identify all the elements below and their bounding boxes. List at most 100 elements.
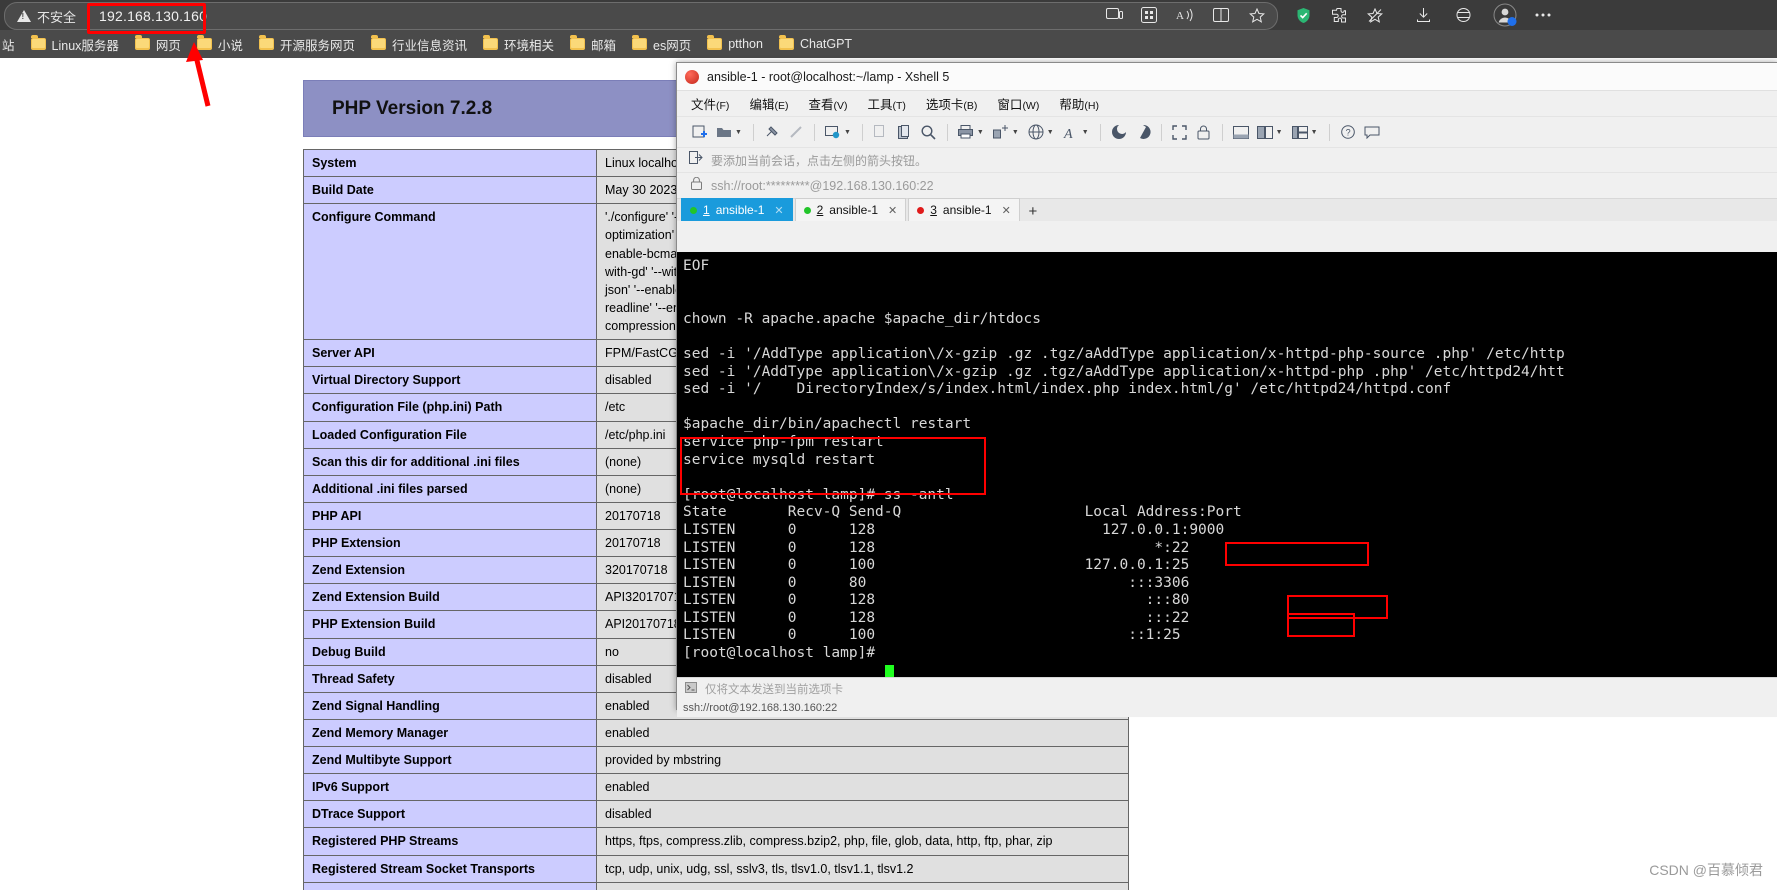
fullscreen-icon[interactable]	[1169, 121, 1191, 143]
profile-avatar-icon[interactable]	[1492, 2, 1518, 28]
menu-window[interactable]: 窗口(W)	[997, 94, 1039, 113]
open-folder-icon[interactable]	[713, 121, 735, 143]
session-manager-icon[interactable]	[1108, 121, 1130, 143]
bookmark-item-5[interactable]: 行业信息资讯	[363, 30, 475, 58]
bookmark-item-1[interactable]: Linux服务器	[23, 30, 127, 58]
font-icon[interactable]: A	[1060, 121, 1082, 143]
settings-more-icon[interactable]	[1532, 4, 1554, 26]
folder-icon	[370, 35, 386, 50]
row-key: Scan this dir for additional .ini files	[303, 447, 597, 476]
bookmark-item-7[interactable]: 邮箱	[562, 30, 624, 58]
menu-mnemonic: (F)	[716, 100, 730, 112]
favorite-star-icon[interactable]	[1246, 4, 1268, 26]
menu-edit[interactable]: 编辑(E)	[749, 94, 788, 113]
menu-mnemonic: (T)	[892, 100, 906, 112]
bookmark-item-10[interactable]: ChatGPT	[771, 30, 860, 58]
bookmark-item-4[interactable]: 开源服务网页	[251, 30, 363, 58]
copy-session-icon	[870, 121, 892, 143]
tab-number: 2	[816, 203, 824, 217]
chevron-down-icon[interactable]: ▼	[735, 129, 742, 136]
shield-icon[interactable]	[1292, 4, 1314, 26]
terminal-tab-2[interactable]: 2 ansible-1 ✕	[794, 198, 907, 221]
compose-pane-icon[interactable]	[1230, 121, 1252, 143]
help-icon[interactable]: ?	[1337, 121, 1359, 143]
arrange-icon[interactable]	[1254, 121, 1276, 143]
close-icon[interactable]: ✕	[1002, 204, 1011, 217]
menu-tabs[interactable]: 选项卡(B)	[926, 94, 978, 113]
add-session-arrow-icon[interactable]	[689, 151, 703, 169]
print-icon[interactable]	[955, 121, 977, 143]
xshell-window[interactable]: ansible-1 - root@localhost:~/lamp - Xshe…	[676, 62, 1777, 717]
row-key: PHP API	[303, 501, 597, 531]
menu-help[interactable]: 帮助(H)	[1059, 94, 1099, 113]
table-row: Registered Stream Socket Transports tcp, …	[303, 854, 1129, 883]
bookmark-item-6[interactable]: 环境相关	[475, 30, 562, 58]
transfer-file-icon[interactable]	[990, 121, 1012, 143]
disconnect-icon	[785, 121, 807, 143]
new-session-icon[interactable]	[689, 121, 711, 143]
row-value: provided by mbstring	[596, 745, 1129, 775]
xshell-session-hintbar: 要添加当前会话，点击左侧的箭头按钮。	[677, 148, 1777, 173]
row-key: Thread Safety	[303, 664, 597, 693]
xshell-send-bar[interactable]: 仅将文本发送到当前选项卡	[677, 677, 1777, 699]
row-key: PHP Extension Build	[303, 610, 597, 639]
browser-essentials-icon[interactable]	[1452, 4, 1474, 26]
globe-icon[interactable]	[1025, 121, 1047, 143]
collections-icon[interactable]	[1138, 4, 1160, 26]
terminal-tab-3[interactable]: 3 ansible-1 ✕	[908, 198, 1020, 221]
folder-icon	[778, 35, 794, 50]
tab-label: ansible-1	[829, 203, 878, 217]
paste-icon[interactable]	[894, 121, 916, 143]
close-icon[interactable]: ✕	[774, 204, 783, 217]
menu-view[interactable]: 查看(V)	[808, 94, 847, 113]
comment-icon[interactable]	[1361, 121, 1383, 143]
session-properties-icon[interactable]	[822, 121, 844, 143]
bookmark-item-9[interactable]: ptthon	[699, 30, 771, 58]
chevron-down-icon[interactable]: ▼	[977, 129, 984, 136]
toolbar-divider	[1160, 123, 1162, 141]
new-tab-button[interactable]: +	[1022, 201, 1044, 221]
downloads-icon[interactable]	[1412, 4, 1434, 26]
layout-icon[interactable]	[1289, 121, 1311, 143]
read-aloud-icon[interactable]: A	[1174, 4, 1196, 26]
folder-icon	[707, 35, 723, 50]
bookmark-item-8[interactable]: es网页	[624, 30, 699, 58]
security-status-chip[interactable]: 不安全	[5, 7, 76, 26]
xshell-address-bar[interactable]: ssh://root:*********@192.168.130.160:22	[677, 173, 1777, 199]
xshell-statusbar: ssh://root@192.168.130.160:22	[677, 698, 1777, 717]
menu-file[interactable]: 文件(F)	[691, 94, 729, 113]
tab-status-dot-icon	[917, 206, 925, 214]
terminal-output-area[interactable]: EOF chown -R apache.apache $apache_dir/h…	[677, 252, 1777, 677]
address-bar[interactable]: 不安全 192.168.130.160	[4, 2, 1278, 30]
xshell-title-text: ansible-1 - root@localhost:~/lamp - Xshe…	[707, 69, 950, 84]
chevron-down-icon[interactable]: ▼	[1311, 129, 1318, 136]
row-key: Zend Memory Manager	[303, 718, 597, 748]
split-screen-icon[interactable]	[1210, 4, 1232, 26]
bookmark-label: 小说	[217, 38, 243, 53]
highlight-icon[interactable]	[1132, 121, 1154, 143]
chevron-down-icon[interactable]: ▼	[844, 129, 851, 136]
lock-icon[interactable]	[1193, 121, 1215, 143]
chevron-down-icon[interactable]: ▼	[1276, 129, 1283, 136]
row-key: Zend Extension Build	[303, 583, 597, 612]
connect-icon[interactable]	[761, 121, 783, 143]
terminal-tab-1[interactable]: 1 ansible-1 ✕	[681, 198, 793, 221]
favorites-icon[interactable]	[1364, 4, 1386, 26]
bookmark-label: Linux服务器	[51, 38, 119, 53]
chevron-down-icon[interactable]: ▼	[1047, 129, 1054, 136]
folder-icon	[30, 35, 46, 50]
row-key: Configure Command	[303, 203, 597, 341]
menu-tools[interactable]: 工具(T)	[867, 94, 905, 113]
bookmark-item-0[interactable]: 站	[0, 30, 23, 58]
tab-number: 3	[930, 203, 937, 217]
close-icon[interactable]: ✕	[888, 204, 897, 217]
menu-mnemonic: (B)	[963, 100, 978, 112]
tab-label: ansible-1	[715, 203, 765, 217]
bookmark-item-2[interactable]: 网页	[127, 30, 189, 58]
chevron-down-icon[interactable]: ▼	[1012, 129, 1019, 136]
extensions-icon[interactable]	[1328, 4, 1350, 26]
display-icon[interactable]	[1103, 4, 1125, 26]
bookmark-item-3[interactable]: 小说	[189, 30, 251, 58]
chevron-down-icon[interactable]: ▼	[1082, 129, 1089, 136]
find-icon[interactable]	[918, 121, 940, 143]
